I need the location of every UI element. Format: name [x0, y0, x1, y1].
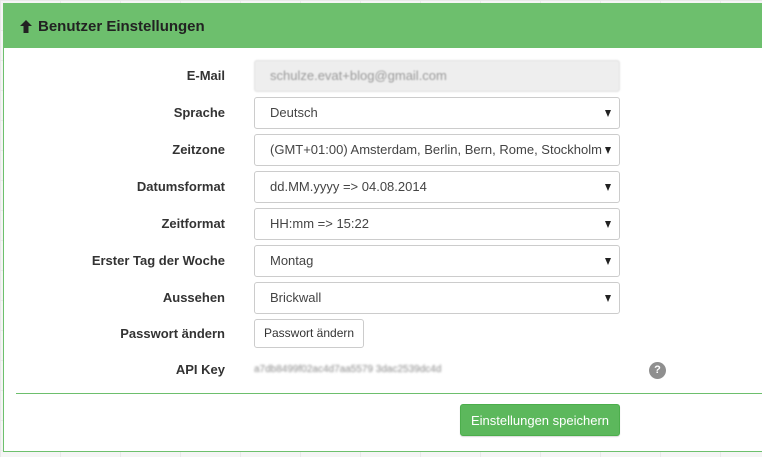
date-format-value: dd.MM.yyyy => 04.08.2014	[270, 179, 427, 194]
timezone-value: (GMT+01:00) Amsterdam, Berlin, Bern, Rom…	[270, 142, 602, 157]
timezone-label: Zeitzone	[172, 142, 225, 157]
time-format-value: HH:mm => 15:22	[270, 216, 369, 231]
email-field: schulze.evat+blog@gmail.com	[254, 60, 620, 92]
change-password-button[interactable]: Passwort ändern	[254, 319, 365, 348]
language-select[interactable]: Deutsch	[254, 97, 620, 129]
caret-down-icon	[605, 184, 611, 191]
time-format-select[interactable]: HH:mm => 15:22	[254, 208, 620, 240]
first-day-value: Montag	[270, 253, 314, 268]
caret-down-icon	[605, 110, 611, 117]
caret-down-icon	[605, 295, 611, 302]
divider	[16, 393, 762, 394]
panel-header: Benutzer Einstellungen	[4, 4, 762, 48]
arrow-up-icon	[20, 19, 32, 33]
panel-title-text: Benutzer Einstellungen	[38, 17, 205, 35]
date-format-label: Datumsformat	[136, 179, 225, 194]
language-label: Sprache	[173, 105, 225, 120]
row-first-day: Erster Tag der Woche Montag	[4, 245, 762, 277]
row-api-key: API Key a7db8499f02ac4d7aa5579 3dac2539d…	[4, 354, 762, 386]
row-date-format: Datumsformat dd.MM.yyyy => 04.08.2014	[4, 171, 762, 203]
settings-panel: Benutzer Einstellungen E-Mail schulze.ev…	[3, 3, 762, 452]
row-time-format: Zeitformat HH:mm => 15:22	[4, 208, 762, 240]
theme-value: Brickwall	[270, 290, 322, 305]
row-timezone: Zeitzone (GMT+01:00) Amsterdam, Berlin, …	[4, 134, 762, 166]
email-label: E-Mail	[186, 68, 225, 83]
question-icon[interactable]: ?	[649, 362, 666, 379]
theme-select[interactable]: Brickwall	[254, 282, 620, 314]
date-format-select[interactable]: dd.MM.yyyy => 04.08.2014	[254, 171, 620, 203]
panel-title: Benutzer Einstellungen	[20, 18, 205, 35]
api-key-value: a7db8499f02ac4d7aa5579 3dac2539dc4d	[254, 364, 442, 375]
theme-label: Aussehen	[162, 290, 225, 305]
password-label: Passwort ändern	[120, 326, 225, 341]
row-theme: Aussehen Brickwall	[4, 282, 762, 314]
language-value: Deutsch	[270, 105, 318, 120]
row-password: Passwort ändern Passwort ändern	[4, 318, 762, 350]
first-day-select[interactable]: Montag	[254, 245, 620, 277]
time-format-label: Zeitformat	[161, 216, 225, 231]
first-day-label: Erster Tag der Woche	[91, 253, 225, 268]
api-key-label: API Key	[175, 362, 225, 377]
save-settings-button[interactable]: Einstellungen speichern	[460, 404, 620, 436]
row-email: E-Mail schulze.evat+blog@gmail.com	[4, 60, 762, 92]
caret-down-icon	[605, 147, 611, 154]
caret-down-icon	[605, 221, 611, 228]
row-language: Sprache Deutsch	[4, 97, 762, 129]
caret-down-icon	[605, 258, 611, 265]
timezone-select[interactable]: (GMT+01:00) Amsterdam, Berlin, Bern, Rom…	[254, 134, 620, 166]
